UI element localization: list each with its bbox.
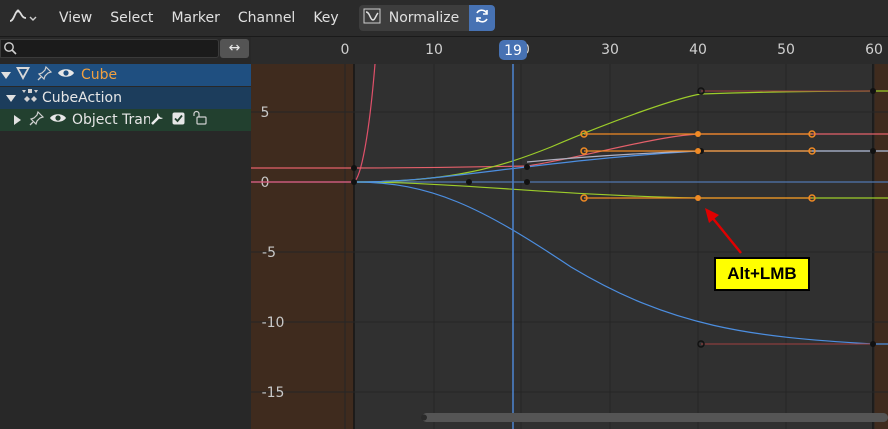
channel-search-input[interactable] bbox=[0, 39, 219, 58]
mesh-triangle-icon bbox=[15, 66, 31, 85]
pin-icon[interactable] bbox=[37, 65, 53, 85]
expand-triangle-icon[interactable] bbox=[1, 71, 11, 79]
eye-icon[interactable] bbox=[57, 67, 75, 83]
action-icon bbox=[20, 88, 40, 108]
editor-type-selector[interactable] bbox=[4, 5, 40, 31]
value-tick-minus-15: -15 bbox=[262, 385, 285, 401]
menu-marker[interactable]: Marker bbox=[162, 5, 228, 31]
preview-range-end-shade bbox=[873, 64, 888, 429]
keyframe bbox=[870, 341, 876, 347]
pin-icon[interactable] bbox=[29, 110, 45, 130]
channel-region: ↔ Cube CubeAction Object Transf bbox=[0, 37, 251, 429]
keyframe bbox=[351, 165, 357, 171]
unlock-icon[interactable] bbox=[192, 110, 208, 130]
chevron-down-icon bbox=[29, 10, 37, 26]
normalize-label: Normalize bbox=[388, 10, 460, 26]
frame-tick-10: 10 bbox=[425, 42, 443, 58]
wrench-icon[interactable] bbox=[150, 110, 166, 130]
normalize-curve-icon bbox=[363, 8, 381, 28]
value-tick-minus-10: -10 bbox=[262, 315, 285, 331]
value-tick-0: 0 bbox=[261, 175, 270, 191]
current-frame: 19 bbox=[504, 43, 522, 59]
alt-lmb-callout: Alt+LMB bbox=[714, 257, 810, 291]
refresh-icon bbox=[473, 7, 491, 29]
swap-filter-button[interactable]: ↔ bbox=[220, 39, 249, 58]
graph-canvas[interactable]: 0 10 20 30 40 50 60 5 0 -5 -10 -15 bbox=[251, 37, 888, 429]
callout-text: Alt+LMB bbox=[727, 264, 797, 283]
frame-tick-40: 40 bbox=[689, 42, 707, 58]
channel-group-row[interactable]: Object Transf bbox=[0, 109, 251, 131]
value-tick-minus-5: -5 bbox=[262, 245, 276, 261]
normalize-group: Normalize bbox=[358, 5, 496, 31]
graph-editor-icon bbox=[8, 8, 28, 28]
menu-view[interactable]: View bbox=[50, 5, 101, 31]
selected-keyframe bbox=[695, 131, 701, 137]
selected-keyframe bbox=[695, 148, 701, 154]
menu-channel[interactable]: Channel bbox=[229, 5, 304, 31]
channel-action-row[interactable]: CubeAction bbox=[0, 87, 251, 109]
keyframe bbox=[870, 148, 876, 154]
menu-bar: View Select Marker Channel Key bbox=[50, 5, 348, 31]
collapse-triangle-icon[interactable] bbox=[14, 115, 21, 125]
frame-tick-30: 30 bbox=[601, 42, 619, 58]
eye-icon[interactable] bbox=[49, 112, 67, 128]
keyframe bbox=[524, 179, 530, 185]
keyframe bbox=[524, 164, 530, 170]
horizontal-scrollbar bbox=[422, 413, 888, 422]
group-name: Object Transf bbox=[72, 112, 150, 128]
graph-region[interactable]: 0 10 20 30 40 50 60 5 0 -5 -10 -15 bbox=[251, 37, 888, 429]
normalize-toggle[interactable]: Normalize bbox=[358, 5, 470, 31]
frame-tick-0: 0 bbox=[341, 42, 350, 58]
menu-select[interactable]: Select bbox=[101, 5, 162, 31]
selected-keyframe bbox=[695, 195, 701, 201]
action-name: CubeAction bbox=[42, 90, 122, 106]
keyframe bbox=[870, 88, 876, 94]
auto-normalize-button[interactable] bbox=[469, 5, 496, 31]
frame-tick-60: 60 bbox=[865, 42, 883, 58]
channel-object-cube[interactable]: Cube bbox=[0, 64, 251, 86]
expand-triangle-icon[interactable] bbox=[6, 94, 16, 102]
object-name: Cube bbox=[81, 67, 118, 83]
graph-editor-header: View Select Marker Channel Key Normalize bbox=[0, 0, 888, 37]
frame-tick-50: 50 bbox=[777, 42, 795, 58]
keyframe bbox=[351, 179, 357, 185]
channel-search-row: ↔ bbox=[0, 37, 251, 61]
value-tick-5: 5 bbox=[261, 105, 270, 121]
checkbox-icon[interactable] bbox=[172, 112, 185, 129]
keyframe bbox=[466, 179, 472, 185]
search-icon bbox=[3, 41, 17, 59]
menu-key[interactable]: Key bbox=[304, 5, 347, 31]
